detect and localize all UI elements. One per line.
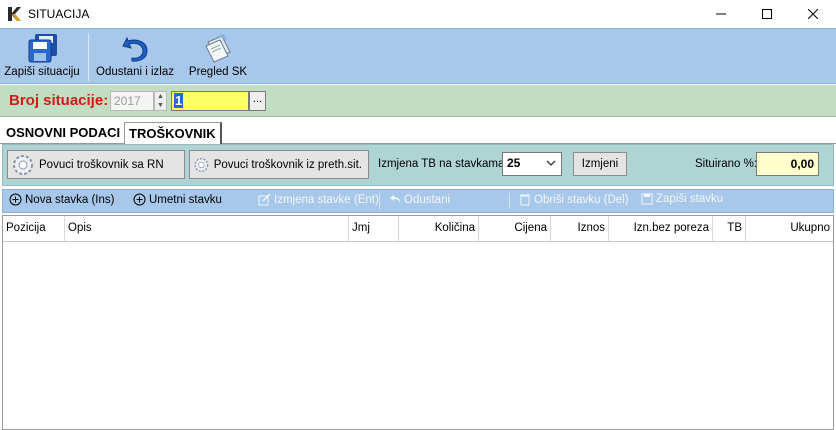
items-toolbar: Nova stavka (Ins) Umetni stavku Izmjena …: [2, 189, 834, 213]
situation-number-value: 1: [174, 93, 184, 108]
browse-button[interactable]: ...: [249, 91, 266, 111]
main-toolbar: Zapiši situaciju Odustani i izlaz Pregle…: [0, 28, 836, 84]
close-button[interactable]: [790, 0, 836, 27]
maximize-button[interactable]: [744, 0, 790, 27]
column-header-izn-bez-poreza[interactable]: Izn.bez poreza: [609, 216, 713, 241]
app-logo-icon: [6, 5, 22, 22]
troskovnik-action-bar: Povuci troškovnik sa RN Povuci troškovni…: [2, 144, 834, 186]
trash-icon: [520, 194, 530, 206]
year-field[interactable]: 2017: [110, 91, 154, 111]
situation-number-label: Broj situacije:: [9, 92, 109, 109]
new-item-button[interactable]: Nova stavka (Ins): [9, 193, 114, 206]
title-bar: SITUACIJA: [0, 0, 836, 27]
column-header-ukupno[interactable]: Ukupno: [746, 216, 833, 241]
situirano-field[interactable]: 0,00: [756, 152, 819, 176]
pull-from-rn-button[interactable]: Povuci troškovnik sa RN: [7, 150, 185, 179]
maximize-icon: [762, 8, 772, 19]
cancel-exit-label: Odustani i izlaz: [96, 66, 174, 78]
column-header-cijena[interactable]: Cijena: [479, 216, 551, 241]
spin-down-icon[interactable]: ▼: [155, 101, 166, 110]
items-grid[interactable]: Pozicija Opis Jmj Količina Cijena Iznos …: [2, 215, 834, 430]
pull-from-previous-label: Povuci troškovnik iz preth.sit.: [213, 158, 362, 171]
edit-item-label: Izmjena stavke (Ent): [274, 193, 379, 206]
cancel-item-button[interactable]: Odustani: [388, 193, 450, 206]
edit-pencil-icon: [258, 193, 271, 206]
tb-select[interactable]: 25: [502, 152, 562, 176]
floppy-icon: [641, 193, 653, 205]
column-header-iznos[interactable]: Iznos: [551, 216, 609, 241]
tb-select-value: 25: [507, 156, 521, 170]
grid-header: Pozicija Opis Jmj Količina Cijena Iznos …: [3, 216, 833, 242]
delete-item-label: Obriši stavku (Del): [534, 193, 629, 206]
cancel-item-label: Odustani: [404, 193, 451, 206]
pull-from-rn-label: Povuci troškovnik sa RN: [39, 158, 164, 171]
save-situation-label: Zapiši situaciju: [4, 66, 80, 78]
insert-item-label: Umetni stavku: [149, 193, 222, 206]
document-review-icon: [205, 34, 231, 63]
plus-circle-icon: [133, 193, 146, 206]
tab-strip: OSNOVNI PODACI TROŠKOVNIK: [0, 120, 836, 145]
review-sk-button[interactable]: Pregled SK: [186, 31, 250, 83]
close-icon: [808, 8, 818, 19]
plus-circle-icon: [9, 193, 22, 206]
column-header-tb[interactable]: TB: [713, 216, 746, 241]
minimize-icon: [716, 13, 726, 14]
window-title: SITUACIJA: [28, 6, 90, 21]
column-header-kolicina[interactable]: Količina: [399, 216, 479, 241]
situation-number-input[interactable]: 1: [171, 91, 249, 111]
undo-icon: [390, 195, 400, 203]
column-header-pozicija[interactable]: Pozicija: [3, 216, 65, 241]
review-sk-label: Pregled SK: [188, 66, 248, 78]
save-situation-button[interactable]: Zapiši situaciju: [4, 31, 80, 83]
tab-osnovni-podaci[interactable]: OSNOVNI PODACI: [2, 122, 124, 144]
edit-item-button[interactable]: Izmjena stavke (Ent): [258, 193, 379, 206]
undo-arrow-icon: [122, 36, 148, 62]
tab-troskovnik[interactable]: TROŠKOVNIK: [124, 122, 222, 145]
column-header-opis[interactable]: Opis: [65, 216, 349, 241]
save-item-label: Zapiši stavku: [656, 193, 724, 205]
situation-number-row: Broj situacije: 2017 ▲ ▼ 1 ...: [0, 85, 836, 117]
spin-up-icon[interactable]: ▲: [155, 92, 166, 101]
insert-item-button[interactable]: Umetni stavku: [133, 193, 222, 206]
year-spinner[interactable]: ▲ ▼: [154, 91, 167, 111]
floppy-save-icon: [28, 34, 57, 63]
gear-icon: [194, 157, 209, 172]
pull-from-previous-button[interactable]: Povuci troškovnik iz preth.sit.: [189, 150, 369, 179]
cancel-exit-button[interactable]: Odustani i izlaz: [95, 31, 175, 83]
column-header-jmj[interactable]: Jmj: [349, 216, 399, 241]
tb-change-label: Izmjena TB na stavkama:: [378, 158, 508, 170]
gear-icon: [13, 154, 33, 175]
delete-item-button[interactable]: Obriši stavku (Del): [519, 193, 629, 206]
minimize-button[interactable]: [698, 0, 744, 27]
change-tb-button[interactable]: Izmjeni: [573, 152, 627, 176]
situirano-label: Situirano %:: [695, 158, 758, 170]
chevron-down-icon: [546, 160, 556, 166]
save-item-button[interactable]: Zapiši stavku: [641, 193, 723, 205]
new-item-label: Nova stavka (Ins): [25, 193, 115, 206]
